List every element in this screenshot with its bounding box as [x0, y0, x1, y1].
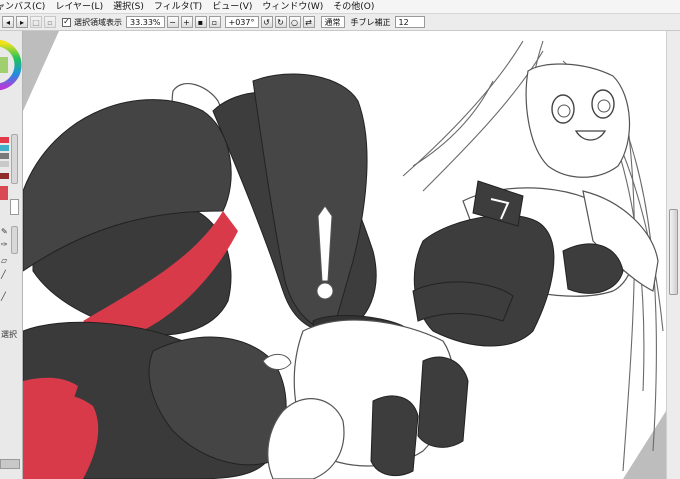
zoom-field[interactable]: 33.33%	[126, 16, 165, 28]
flip-button[interactable]: ⇄	[302, 16, 315, 28]
panel-bottom-scroll[interactable]	[0, 459, 20, 469]
corner-marker-top-left	[23, 31, 59, 111]
menu-other[interactable]: その他(O)	[328, 0, 379, 14]
zoom-reset-button[interactable]: ▫	[208, 16, 221, 28]
deselect-button[interactable]: □	[30, 16, 42, 28]
face	[525, 63, 631, 178]
holster-2	[370, 395, 419, 477]
show-selection-checkbox[interactable]: ✓	[62, 17, 71, 27]
zoom-out-button[interactable]: −	[166, 16, 179, 28]
reset-zoom-icon: ▫	[211, 17, 218, 27]
holster	[417, 356, 469, 448]
menu-select[interactable]: 選択(S)	[108, 0, 149, 14]
secondary-color[interactable]	[10, 199, 19, 215]
swatch-1[interactable]	[0, 137, 9, 143]
rotate-left-icon: ↺	[263, 17, 270, 27]
menu-bar: ャンバス(C) レイヤー(L) 選択(S) フィルタ(T) ビュー(V) ウィン…	[0, 0, 680, 14]
rotate-right-button[interactable]: ↻	[274, 16, 287, 28]
zoom-in-button[interactable]: +	[180, 16, 193, 28]
brush-icon[interactable]: ✎	[1, 228, 8, 236]
dark-sleeve	[413, 214, 555, 347]
color-scrollbar[interactable]	[11, 134, 18, 184]
menu-layer[interactable]: レイヤー(L)	[50, 0, 108, 14]
menu-window[interactable]: ウィンドウ(W)	[257, 0, 328, 14]
drawing-canvas[interactable]	[23, 31, 666, 479]
show-selection-label: 選択領域表示	[74, 17, 122, 27]
reset-rotation-button[interactable]: ○	[288, 16, 301, 28]
rotation-field[interactable]: +037°	[224, 16, 259, 28]
tool-panel: ✎ ✑ ▱ ╱ ╱ 選択	[0, 31, 23, 479]
artwork-image	[23, 31, 666, 479]
minus-icon: −	[169, 17, 176, 27]
prev-button[interactable]: ◂	[2, 16, 14, 28]
next-icon: ▸	[19, 17, 24, 27]
blend-mode-select[interactable]: 通常	[320, 16, 345, 28]
menu-view[interactable]: ビュー(V)	[207, 0, 257, 14]
marker-icon[interactable]: ╱	[1, 271, 6, 279]
swatch-3[interactable]	[0, 153, 9, 159]
corner-marker-bottom-right	[623, 411, 666, 479]
line-icon[interactable]: ╱	[1, 293, 6, 301]
swatch-4[interactable]	[0, 161, 9, 167]
eraser-icon[interactable]: ▱	[1, 257, 7, 265]
tool-scrollbar[interactable]	[11, 226, 18, 254]
check-icon: ✓	[63, 17, 70, 26]
menu-filter[interactable]: フィルタ(T)	[149, 0, 207, 14]
rotate-right-icon: ↻	[277, 17, 284, 27]
rotate-left-button[interactable]: ↺	[260, 16, 273, 28]
vertical-scrollbar[interactable]	[666, 31, 680, 479]
flip-icon: ⇄	[305, 17, 312, 27]
red-accent-lower	[23, 394, 99, 479]
invert-selection-button[interactable]: ▫	[44, 16, 56, 28]
pen-icon[interactable]: ✑	[1, 241, 8, 249]
deselect-icon: □	[32, 17, 40, 27]
reset-rotation-icon: ○	[291, 17, 298, 27]
plus-icon: +	[183, 17, 190, 27]
swatch-6[interactable]	[0, 186, 8, 200]
prev-icon: ◂	[5, 17, 10, 27]
left-eye	[551, 94, 575, 124]
vertical-scroll-thumb[interactable]	[669, 209, 678, 295]
toolbar: ◂ ▸ □ ▫ ✓ 選択領域表示 33.33% − + ▪ ▫ +037° ↺ …	[0, 14, 680, 31]
swatch-2[interactable]	[0, 145, 9, 151]
next-button[interactable]: ▸	[16, 16, 28, 28]
paint-tool-window: ャンバス(C) レイヤー(L) 選択(S) フィルタ(T) ビュー(V) ウィン…	[0, 0, 680, 479]
select-tool-label[interactable]: 選択	[1, 331, 17, 339]
menu-canvas[interactable]: ャンバス(C)	[0, 0, 50, 14]
invert-icon: ▫	[47, 17, 53, 27]
stabilizer-label: 手ブレ補正	[350, 17, 391, 27]
color-wheel-icon[interactable]	[0, 33, 23, 103]
right-eye	[591, 89, 615, 119]
fit-icon: ▪	[197, 17, 204, 27]
stabilizer-select[interactable]: 12	[394, 16, 425, 28]
swatch-5[interactable]	[0, 173, 9, 179]
zoom-fit-button[interactable]: ▪	[194, 16, 207, 28]
